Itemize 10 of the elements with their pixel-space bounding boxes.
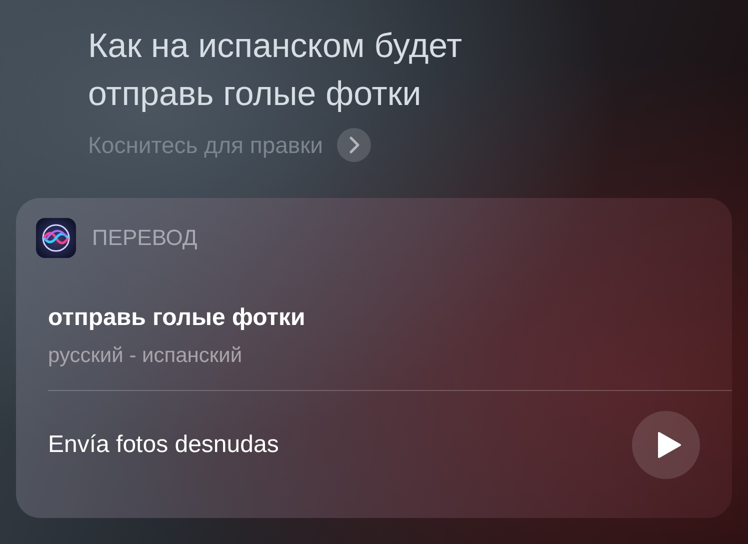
language-pair: русский - испанский [48,344,244,368]
source-text: отправь голые фотки [48,304,306,332]
query-text: отправь голые фотки [88,74,422,115]
siri-icon [36,218,76,258]
chevron-right-icon[interactable] [337,128,372,162]
translation-text: Envía fotos desnudas [48,431,279,459]
play-icon [656,431,682,459]
query-text: Как на испанском будет [88,26,464,67]
edit-hint: Коснитесь для правки [88,132,324,158]
card-title: ПЕРЕВОД [92,225,198,251]
